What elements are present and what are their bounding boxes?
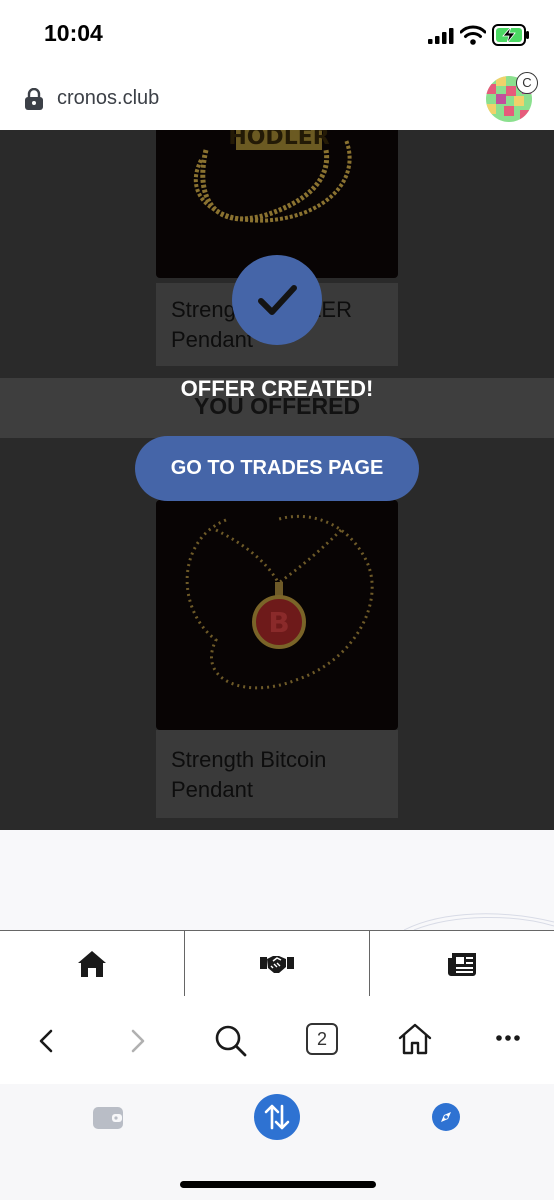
forward-arrow-icon[interactable] bbox=[128, 1028, 148, 1054]
nav-home[interactable] bbox=[0, 931, 185, 997]
bitcoin-pendant-image: B bbox=[185, 514, 374, 690]
avatar-badge-label: C bbox=[522, 75, 532, 90]
wifi-icon bbox=[460, 25, 486, 45]
nav-news[interactable] bbox=[370, 931, 554, 997]
browser-home-icon[interactable] bbox=[397, 1022, 433, 1056]
offer-created-message: OFFER CREATED! bbox=[180, 376, 374, 401]
tabs-count: 2 bbox=[316, 1028, 327, 1049]
tabs-button[interactable]: 2 bbox=[306, 1023, 338, 1055]
card-name-line2: Pendant bbox=[171, 777, 253, 802]
home-indicator bbox=[180, 1181, 376, 1188]
swap-button[interactable] bbox=[254, 1094, 300, 1140]
more-options-icon[interactable] bbox=[496, 1034, 520, 1042]
back-arrow-icon[interactable] bbox=[36, 1028, 56, 1054]
page-footer-area bbox=[0, 830, 554, 930]
status-time: 10:04 bbox=[44, 20, 103, 46]
avatar-badge: C bbox=[516, 72, 538, 94]
swap-icon bbox=[264, 1104, 290, 1130]
handshake-icon bbox=[260, 956, 294, 973]
checkmark-icon bbox=[258, 285, 297, 315]
battery-charging-icon bbox=[492, 24, 529, 46]
bitcoin-symbol-text: B bbox=[268, 606, 289, 639]
lock-icon bbox=[25, 88, 43, 110]
home-icon bbox=[78, 951, 106, 977]
card-image-bitcoin: B bbox=[156, 500, 398, 730]
success-check-circle bbox=[232, 255, 322, 345]
browser-toolbar: 2 bbox=[0, 996, 554, 1084]
wallet-icon[interactable] bbox=[92, 1104, 124, 1130]
cellular-signal-icon bbox=[428, 28, 454, 44]
hodler-image-text: HODLER bbox=[228, 130, 329, 150]
compass-icon[interactable] bbox=[431, 1102, 461, 1132]
url-text[interactable]: cronos.club bbox=[57, 87, 159, 110]
card-name-line1: Strength Bitcoin bbox=[171, 747, 327, 772]
newspaper-icon bbox=[448, 953, 476, 976]
app-navigation bbox=[0, 930, 554, 998]
nav-trades[interactable] bbox=[185, 931, 370, 997]
card-label-2: Strength Bitcoin Pendant bbox=[156, 730, 398, 818]
go-to-trades-button[interactable]: GO TO TRADES PAGE bbox=[135, 436, 419, 501]
decorative-wave-icon bbox=[404, 913, 554, 930]
search-icon[interactable] bbox=[214, 1024, 248, 1058]
